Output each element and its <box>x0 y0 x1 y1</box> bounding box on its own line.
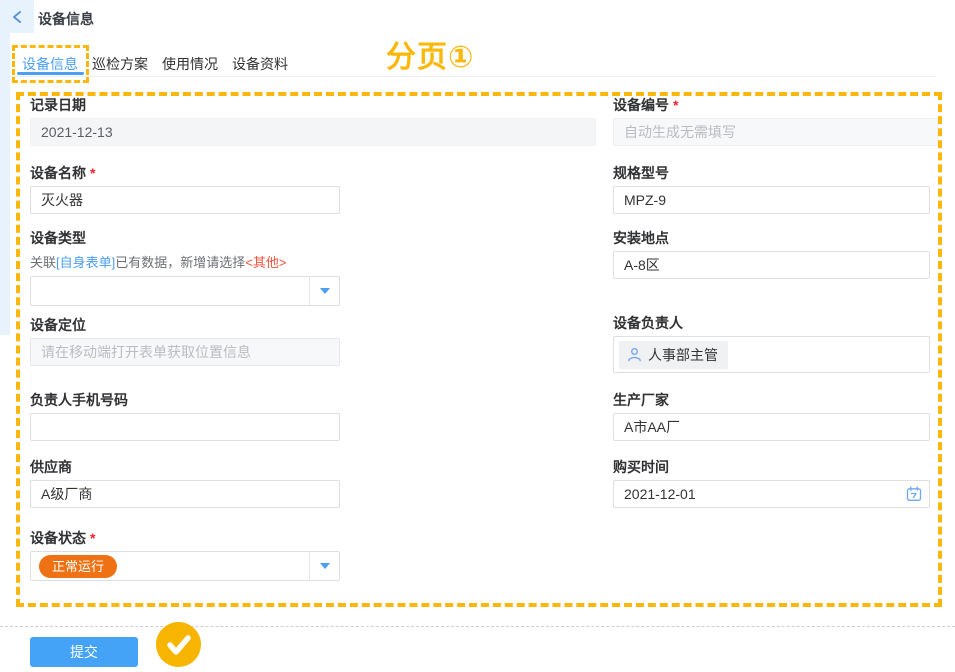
record-date-group: 记录日期 2021-12-13 <box>30 98 596 146</box>
owner-phone-label: 负责人手机号码 <box>30 393 340 407</box>
supplier-label: 供应商 <box>30 460 340 474</box>
record-date-label: 记录日期 <box>30 98 596 112</box>
page-number-annotation: 分页① <box>386 32 474 76</box>
device-position-field: 请在移动端打开表单获取位置信息 <box>30 338 340 366</box>
chevron-left-icon <box>12 10 22 24</box>
status-badge: 正常运行 <box>39 555 117 578</box>
device-status-group: 设备状态* 正常运行 <box>30 531 340 581</box>
check-annotation <box>156 622 201 667</box>
device-type-group: 设备类型 关联[自身表单]已有数据，新增请选择<其他> <box>30 231 340 306</box>
tab-usage[interactable]: 使用情况 <box>162 54 218 74</box>
install-location-input[interactable] <box>613 251 930 279</box>
device-position-group: 设备定位 请在移动端打开表单获取位置信息 <box>30 318 340 366</box>
device-type-helper-text: 关联[自身表单]已有数据，新增请选择<其他> <box>30 252 340 271</box>
supplier-group: 供应商 <box>30 460 340 508</box>
purchase-time-group: 购买时间 <box>613 460 930 508</box>
device-name-input[interactable] <box>30 186 340 214</box>
device-owner-label: 设备负责人 <box>613 316 930 330</box>
purchase-time-input[interactable] <box>613 480 930 508</box>
check-icon <box>166 634 192 656</box>
device-owner-field[interactable]: 人事部主管 <box>613 336 930 373</box>
device-no-group: 设备编号* 自动生成无需填写 <box>613 98 938 146</box>
install-location-group: 安装地点 <box>613 231 930 279</box>
tab-inspection-plan[interactable]: 巡检方案 <box>92 54 148 74</box>
spec-model-label: 规格型号 <box>613 166 930 180</box>
chevron-down-icon <box>309 277 339 305</box>
supplier-input[interactable] <box>30 480 340 508</box>
manufacturer-group: 生产厂家 <box>613 393 930 441</box>
spec-model-input[interactable] <box>613 186 930 214</box>
submit-button[interactable]: 提交 <box>30 637 138 667</box>
purchase-time-label: 购买时间 <box>613 460 930 474</box>
left-strip <box>0 33 10 335</box>
tab-bar: 设备信息 巡检方案 使用情况 设备资料 <box>22 54 288 74</box>
device-owner-group: 设备负责人 人事部主管 <box>613 316 930 373</box>
manufacturer-input[interactable] <box>613 413 930 441</box>
owner-phone-input[interactable] <box>30 413 340 441</box>
device-no-field: 自动生成无需填写 <box>613 118 938 146</box>
record-date-field: 2021-12-13 <box>30 118 596 146</box>
footer-divider <box>0 626 955 627</box>
owner-phone-group: 负责人手机号码 <box>30 393 340 441</box>
manufacturer-label: 生产厂家 <box>613 393 930 407</box>
person-icon <box>627 347 642 362</box>
device-type-label: 设备类型 <box>30 231 340 245</box>
active-tab-underline <box>17 72 84 75</box>
device-name-group: 设备名称* <box>30 166 340 214</box>
purchase-time-field[interactable] <box>613 480 930 508</box>
page-title: 设备信息 <box>38 9 94 29</box>
owner-member-chip[interactable]: 人事部主管 <box>619 341 728 369</box>
chevron-down-icon <box>309 552 339 580</box>
tab-device-docs[interactable]: 设备资料 <box>232 54 288 74</box>
device-no-label: 设备编号* <box>613 98 938 112</box>
device-type-select[interactable] <box>30 276 340 306</box>
spec-model-group: 规格型号 <box>613 166 930 214</box>
tab-device-info[interactable]: 设备信息 <box>22 54 78 74</box>
device-status-label: 设备状态* <box>30 531 340 545</box>
calendar-icon[interactable] <box>906 486 922 502</box>
device-position-label: 设备定位 <box>30 318 340 332</box>
device-status-select[interactable]: 正常运行 <box>30 551 340 581</box>
tabs-divider <box>10 76 935 77</box>
device-name-label: 设备名称* <box>30 166 340 180</box>
install-location-label: 安装地点 <box>613 231 930 245</box>
back-button[interactable] <box>0 0 34 33</box>
